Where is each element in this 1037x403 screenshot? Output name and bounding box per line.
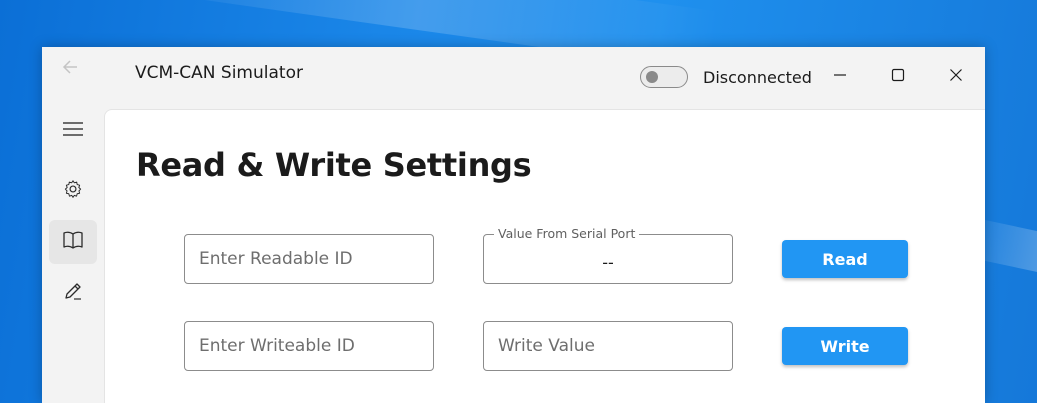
app-window: VCM-CAN Simulator Disconnected Read & Wr…: [42, 47, 985, 403]
back-arrow-icon[interactable]: [56, 57, 86, 83]
close-icon: [949, 68, 963, 87]
pencil-icon: [62, 280, 84, 307]
minimize-button[interactable]: [820, 59, 860, 95]
content-area: Read & Write Settings Value From Serial …: [104, 109, 985, 403]
write-value-input[interactable]: [484, 322, 732, 370]
app-title: VCM-CAN Simulator: [135, 63, 303, 83]
toggle-knob: [646, 71, 658, 83]
maximize-icon: [891, 68, 905, 87]
nav-item-settings[interactable]: [49, 169, 97, 213]
title-bar[interactable]: VCM-CAN Simulator Disconnected: [42, 47, 985, 109]
page-title: Read & Write Settings: [136, 146, 532, 184]
close-button[interactable]: [936, 59, 976, 95]
serial-value-field: Value From Serial Port --: [483, 226, 733, 284]
maximize-button[interactable]: [878, 59, 918, 95]
nav-item-read-write[interactable]: [49, 220, 97, 264]
write-button[interactable]: Write: [782, 327, 908, 365]
writeable-id-field[interactable]: [184, 321, 434, 371]
book-icon: [62, 230, 84, 255]
nav-menu-toggle[interactable]: [49, 109, 97, 153]
read-button[interactable]: Read: [782, 240, 908, 278]
serial-value-display: --: [602, 253, 614, 272]
writeable-id-input[interactable]: [185, 322, 433, 370]
readable-id-input[interactable]: [185, 235, 433, 283]
serial-value-label: Value From Serial Port: [494, 226, 640, 241]
minimize-icon: [833, 68, 847, 87]
connection-toggle[interactable]: [640, 66, 688, 88]
navigation-pane: [42, 109, 104, 403]
gear-icon: [62, 178, 84, 205]
nav-item-edit[interactable]: [49, 271, 97, 315]
readable-id-field[interactable]: [184, 234, 434, 284]
connection-status-label: Disconnected: [703, 68, 812, 87]
write-value-field[interactable]: [483, 321, 733, 371]
hamburger-menu-icon: [62, 121, 84, 142]
